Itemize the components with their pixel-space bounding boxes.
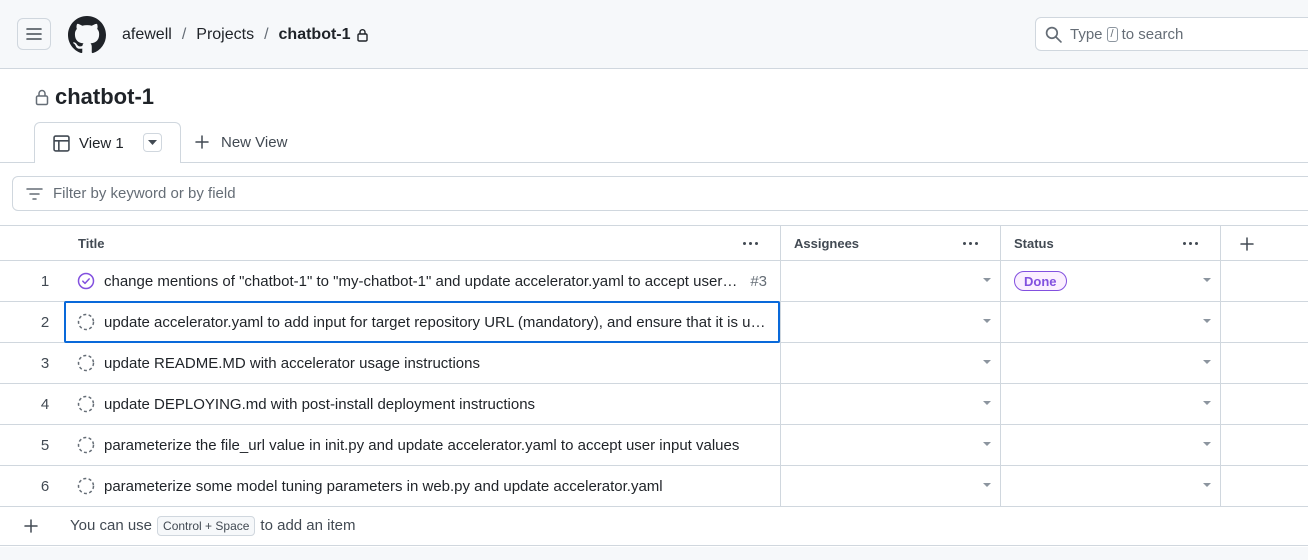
status-dropdown-icon[interactable] xyxy=(1203,483,1211,487)
lock-icon xyxy=(34,88,50,106)
breadcrumb-project[interactable]: chatbot-1 xyxy=(279,26,351,44)
assignees-dropdown-icon[interactable] xyxy=(983,278,991,282)
status-dropdown-icon[interactable] xyxy=(1203,360,1211,364)
breadcrumb-separator: / xyxy=(264,26,269,43)
draft-issue-icon xyxy=(77,313,95,331)
row-number: 2 xyxy=(40,313,50,331)
tab-view-label: View 1 xyxy=(79,134,124,152)
filter-placeholder: Filter by keyword or by field xyxy=(53,185,236,202)
item-title[interactable]: parameterize the file_url value in init.… xyxy=(104,437,739,454)
item-title[interactable]: update accelerator.yaml to add input for… xyxy=(104,314,767,331)
menu-button[interactable] xyxy=(17,18,51,50)
row-number: 1 xyxy=(40,272,50,290)
view-options-button[interactable] xyxy=(143,133,162,152)
item-title[interactable]: update README.MD with accelerator usage … xyxy=(104,355,480,372)
add-item-row[interactable]: You can use Control + Space to add an it… xyxy=(0,506,1308,546)
status-dropdown-icon[interactable] xyxy=(1203,278,1211,282)
table-row[interactable]: 1 change mentions of "chatbot-1" to "my-c… xyxy=(0,261,1308,302)
filter-icon xyxy=(26,187,43,200)
breadcrumb-separator: / xyxy=(181,26,187,43)
breadcrumb-owner[interactable]: afewell xyxy=(122,26,172,44)
item-title[interactable]: change mentions of "chatbot-1" to "my-ch… xyxy=(104,273,739,290)
table-icon xyxy=(53,134,70,152)
column-status-menu-icon[interactable] xyxy=(1183,242,1198,245)
issue-number: #3 xyxy=(750,272,767,290)
column-assignees-menu-icon[interactable] xyxy=(963,242,978,245)
hamburger-icon xyxy=(26,28,42,40)
assignees-dropdown-icon[interactable] xyxy=(983,401,991,405)
assignees-dropdown-icon[interactable] xyxy=(983,442,991,446)
row-number: 3 xyxy=(40,354,50,372)
add-item-shortcut: Control + Space xyxy=(157,515,256,536)
table-row[interactable]: 2 update accelerator.yaml to add input fo… xyxy=(0,301,1308,343)
table-row[interactable]: 4 update DEPLOYING.md with post-install d… xyxy=(0,384,1308,425)
status-dropdown-icon[interactable] xyxy=(1203,319,1211,323)
draft-issue-icon xyxy=(77,354,95,372)
row-number: 6 xyxy=(40,477,50,495)
status-dropdown-icon[interactable] xyxy=(1203,442,1211,446)
tab-view-1[interactable]: View 1 xyxy=(34,122,181,163)
breadcrumb: afewell / Projects / chatbot-1 xyxy=(122,24,369,46)
project-title: chatbot-1 xyxy=(34,83,154,111)
title-cell[interactable]: update README.MD with accelerator usage … xyxy=(64,343,780,383)
plus-icon xyxy=(195,135,209,149)
bottom-strip xyxy=(0,547,1308,560)
new-view-label: New View xyxy=(221,133,288,151)
search-icon xyxy=(1045,26,1062,43)
project-title-text: chatbot-1 xyxy=(55,84,154,109)
row-number: 4 xyxy=(40,395,50,413)
table-row[interactable]: 3 update README.MD with accelerator usage… xyxy=(0,343,1308,384)
assignees-dropdown-icon[interactable] xyxy=(983,483,991,487)
title-cell[interactable]: update DEPLOYING.md with post-install de… xyxy=(64,384,780,424)
lock-icon xyxy=(356,28,369,42)
status-badge: Done xyxy=(1014,271,1067,291)
search-input[interactable]: Type / to search xyxy=(1035,17,1308,51)
global-header: afewell / Projects / chatbot-1 Type / to… xyxy=(0,0,1308,69)
add-item-prefix: You can use xyxy=(70,517,153,534)
draft-issue-icon xyxy=(77,395,95,413)
add-field-plus-icon[interactable] xyxy=(1240,237,1254,251)
breadcrumb-projects[interactable]: Projects xyxy=(196,26,254,44)
column-header-status[interactable]: Status xyxy=(1014,226,1054,261)
status-dropdown-icon[interactable] xyxy=(1203,401,1211,405)
plus-icon[interactable] xyxy=(24,518,38,533)
title-cell[interactable]: parameterize some model tuning parameter… xyxy=(64,466,780,506)
item-title[interactable]: update DEPLOYING.md with post-install de… xyxy=(104,396,535,413)
table-row[interactable]: 5 parameterize the file_url value in init… xyxy=(0,425,1308,466)
search-suffix: to search xyxy=(1121,25,1184,43)
filter-input[interactable]: Filter by keyword or by field xyxy=(12,176,1308,211)
draft-issue-icon xyxy=(77,436,95,454)
tabs-divider xyxy=(0,162,1308,163)
caret-down-icon xyxy=(148,139,157,145)
new-view-button[interactable]: New View xyxy=(195,132,287,152)
item-title[interactable]: parameterize some model tuning parameter… xyxy=(104,478,663,495)
issue-closed-icon xyxy=(77,272,95,290)
search-prefix: Type xyxy=(1070,25,1103,43)
assignees-dropdown-icon[interactable] xyxy=(983,319,991,323)
github-logo-icon[interactable] xyxy=(68,16,106,54)
column-header-title[interactable]: Title xyxy=(78,226,105,261)
title-cell[interactable]: change mentions of "chatbot-1" to "my-ch… xyxy=(64,261,780,301)
column-header-assignees[interactable]: Assignees xyxy=(794,226,859,261)
table-row[interactable]: 6 parameterize some model tuning paramete… xyxy=(0,466,1308,507)
title-cell[interactable]: parameterize the file_url value in init.… xyxy=(64,425,780,465)
row-number: 5 xyxy=(40,436,50,454)
add-item-suffix: to add an item xyxy=(260,517,356,534)
title-cell[interactable]: update accelerator.yaml to add input for… xyxy=(64,301,780,343)
table-header: Title Assignees Status xyxy=(0,225,1308,261)
column-title-menu-icon[interactable] xyxy=(743,242,758,245)
draft-issue-icon xyxy=(77,477,95,495)
assignees-dropdown-icon[interactable] xyxy=(983,360,991,364)
search-shortcut-key: / xyxy=(1106,26,1118,42)
